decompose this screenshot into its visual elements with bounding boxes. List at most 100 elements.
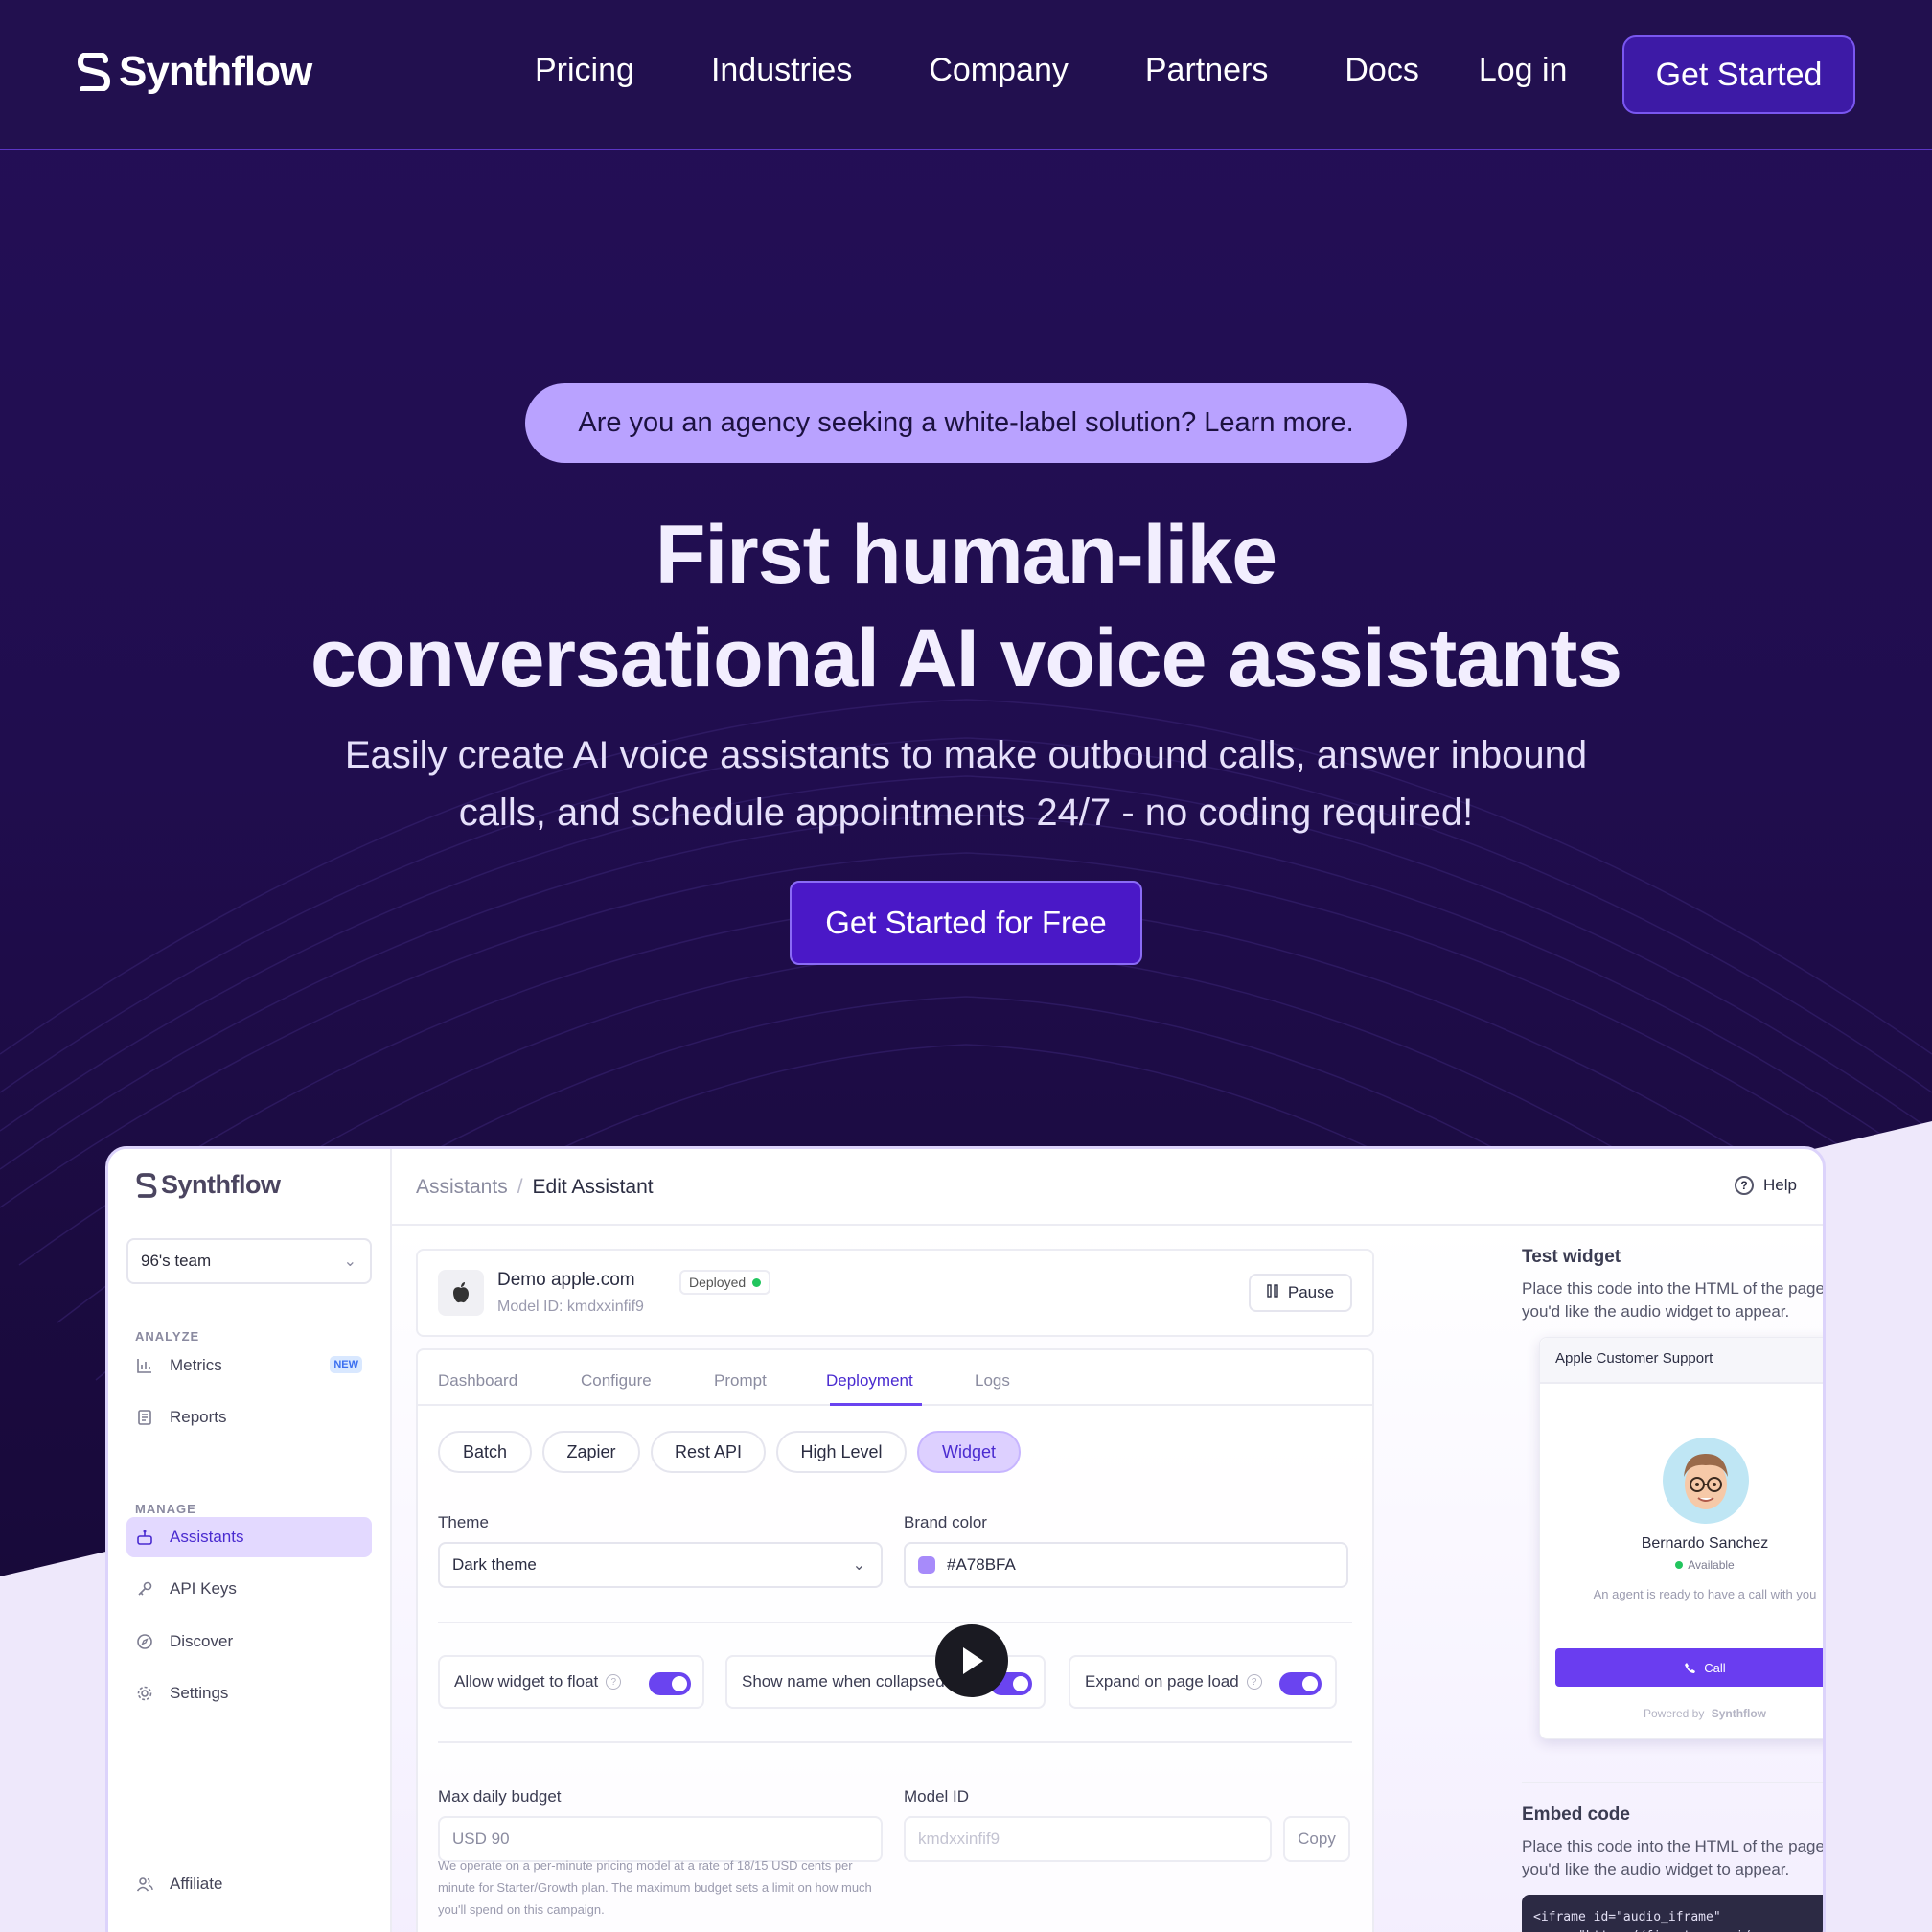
embed-code-description: Place this code into the HTML of the pag…	[1522, 1837, 1825, 1878]
chevron-down-icon: ⌄	[852, 1557, 865, 1574]
sidebar-item-reports[interactable]: Reports	[126, 1397, 372, 1438]
agent-name: Bernardo Sanchez	[1641, 1535, 1769, 1552]
breadcrumb-current: Edit Assistant	[532, 1176, 654, 1198]
agent-avatar	[1663, 1438, 1749, 1524]
deployed-label: Deployed	[689, 1275, 747, 1290]
breadcrumb-assistants[interactable]: Assistants	[416, 1176, 508, 1198]
hero-title-line2: conversational AI voice assistants	[310, 612, 1622, 704]
model-id-input[interactable]: kmdxxinfif9	[904, 1816, 1272, 1862]
logo-text: Synthflow	[119, 48, 312, 95]
info-icon: ?	[1246, 1674, 1262, 1690]
nav-docs[interactable]: Docs	[1345, 52, 1418, 89]
toggle-label: Show name when collapsed	[742, 1672, 945, 1690]
theme-select[interactable]: Dark theme ⌄	[438, 1542, 883, 1588]
sidebar-item-affiliate[interactable]: Affiliate	[126, 1864, 372, 1904]
nav-company[interactable]: Company	[929, 52, 1069, 89]
widget-preview: Apple Customer Support Bernardo Sanchez …	[1539, 1337, 1823, 1739]
chip-rest-api[interactable]: Rest API	[651, 1431, 766, 1473]
sidebar-item-api-keys[interactable]: API Keys	[126, 1569, 372, 1609]
synthflow-logo[interactable]: Synthflow	[77, 48, 312, 96]
section-analyze: ANALYZE	[135, 1329, 200, 1344]
sidebar-item-label: Discover	[170, 1632, 234, 1650]
copy-button[interactable]: Copy	[1283, 1816, 1350, 1862]
app-topbar: Assistants / Edit Assistant ? Help	[392, 1149, 1823, 1226]
new-badge: NEW	[330, 1356, 362, 1373]
chip-high-level[interactable]: High Level	[776, 1431, 907, 1473]
apple-icon	[438, 1270, 484, 1316]
get-started-free-button[interactable]: Get Started for Free	[790, 881, 1142, 965]
toggle-expand-on-load[interactable]: Expand on page load ?	[1069, 1655, 1337, 1709]
nav-partners[interactable]: Partners	[1145, 52, 1269, 89]
document-icon	[135, 1408, 154, 1427]
chip-zapier[interactable]: Zapier	[542, 1431, 640, 1473]
key-icon	[135, 1579, 154, 1598]
chevron-down-icon: ⌄	[343, 1254, 356, 1270]
tab-logs[interactable]: Logs	[975, 1371, 1010, 1391]
agent-message: An agent is ready to have a call with yo…	[1593, 1587, 1817, 1601]
sidebar-item-label: Assistants	[170, 1528, 244, 1546]
sidebar-item-label: Reports	[170, 1408, 227, 1426]
toggle-allow-float[interactable]: Allow widget to float ?	[438, 1655, 704, 1709]
nav-industries[interactable]: Industries	[711, 52, 852, 89]
hero-subtitle-line1: Easily create AI voice assistants to mak…	[344, 734, 1588, 776]
embed-code-block[interactable]: <iframe id="audio_iframe" src="https://f…	[1522, 1895, 1823, 1932]
tab-deployment[interactable]: Deployment	[826, 1371, 913, 1391]
get-started-button[interactable]: Get Started	[1622, 35, 1855, 114]
nav-links: Pricing Industries Company Partners Docs…	[535, 52, 1644, 89]
powered-by-brand: Synthflow	[1711, 1707, 1767, 1720]
sidebar-item-assistants[interactable]: Assistants	[126, 1517, 372, 1557]
max-budget-value: USD 90	[452, 1829, 510, 1848]
call-label: Call	[1704, 1660, 1726, 1675]
tab-dashboard[interactable]: Dashboard	[438, 1371, 518, 1391]
divider	[1522, 1782, 1823, 1783]
widget-header: Apple Customer Support	[1540, 1338, 1823, 1384]
breadcrumb: Assistants / Edit Assistant	[416, 1176, 654, 1199]
brand-color-input[interactable]: #A78BFA	[904, 1542, 1348, 1588]
pause-icon	[1267, 1283, 1278, 1302]
embed-code-title: Embed code	[1522, 1805, 1630, 1825]
chip-batch[interactable]: Batch	[438, 1431, 532, 1473]
top-navigation: Synthflow Pricing Industries Company Par…	[0, 0, 1932, 150]
play-video-button[interactable]	[935, 1624, 1008, 1697]
max-budget-label: Max daily budget	[438, 1787, 562, 1806]
call-button[interactable]: Call	[1555, 1648, 1823, 1687]
app-logo-text: Synthflow	[161, 1170, 281, 1199]
sidebar-item-metrics[interactable]: Metrics NEW	[126, 1346, 372, 1386]
breadcrumb-separator: /	[517, 1176, 523, 1198]
help-button[interactable]: ? Help	[1735, 1176, 1797, 1195]
toggle-switch[interactable]	[649, 1672, 691, 1695]
sidebar-item-settings[interactable]: Settings	[126, 1673, 372, 1714]
sidebar-item-label: Settings	[170, 1684, 229, 1702]
status-dot	[1675, 1561, 1684, 1569]
color-swatch	[918, 1556, 935, 1574]
question-icon: ?	[1735, 1176, 1755, 1195]
team-select[interactable]: 96's team ⌄	[126, 1238, 372, 1284]
powered-by-label: Powered by	[1643, 1707, 1705, 1720]
app-main: Demo apple.com Model ID: kmdxxinfif9 Dep…	[392, 1226, 1825, 1932]
chip-widget[interactable]: Widget	[917, 1431, 1021, 1473]
tab-configure[interactable]: Configure	[581, 1371, 652, 1391]
nav-login[interactable]: Log in	[1479, 52, 1568, 89]
agent-status: Available	[1540, 1558, 1823, 1572]
status-dot	[752, 1277, 762, 1287]
pause-label: Pause	[1287, 1283, 1335, 1301]
app-preview-window: Synthflow 96's team ⌄ ANALYZE Metrics NE…	[105, 1146, 1826, 1932]
toggle-switch[interactable]	[1279, 1672, 1322, 1695]
tab-prompt[interactable]: Prompt	[714, 1371, 767, 1391]
test-widget-title: Test widget	[1522, 1247, 1622, 1267]
info-icon: ?	[606, 1674, 622, 1690]
phone-icon	[1685, 1662, 1696, 1673]
brand-color-value: #A78BFA	[947, 1555, 1016, 1574]
assistant-header-card: Demo apple.com Model ID: kmdxxinfif9 Dep…	[416, 1249, 1374, 1337]
bar-chart-icon	[135, 1356, 154, 1375]
sidebar-item-label: Metrics	[170, 1356, 222, 1374]
assistant-model-id: Model ID: kmdxxinfif9	[497, 1299, 644, 1315]
team-select-value: 96's team	[141, 1252, 212, 1270]
agent-status-label: Available	[1688, 1558, 1735, 1572]
agency-banner-pill[interactable]: Are you an agency seeking a white-label …	[525, 383, 1407, 463]
divider	[438, 1741, 1352, 1743]
brand-color-label: Brand color	[904, 1513, 987, 1531]
pause-button[interactable]: Pause	[1249, 1274, 1352, 1312]
nav-pricing[interactable]: Pricing	[535, 52, 634, 89]
sidebar-item-discover[interactable]: Discover	[126, 1622, 372, 1662]
